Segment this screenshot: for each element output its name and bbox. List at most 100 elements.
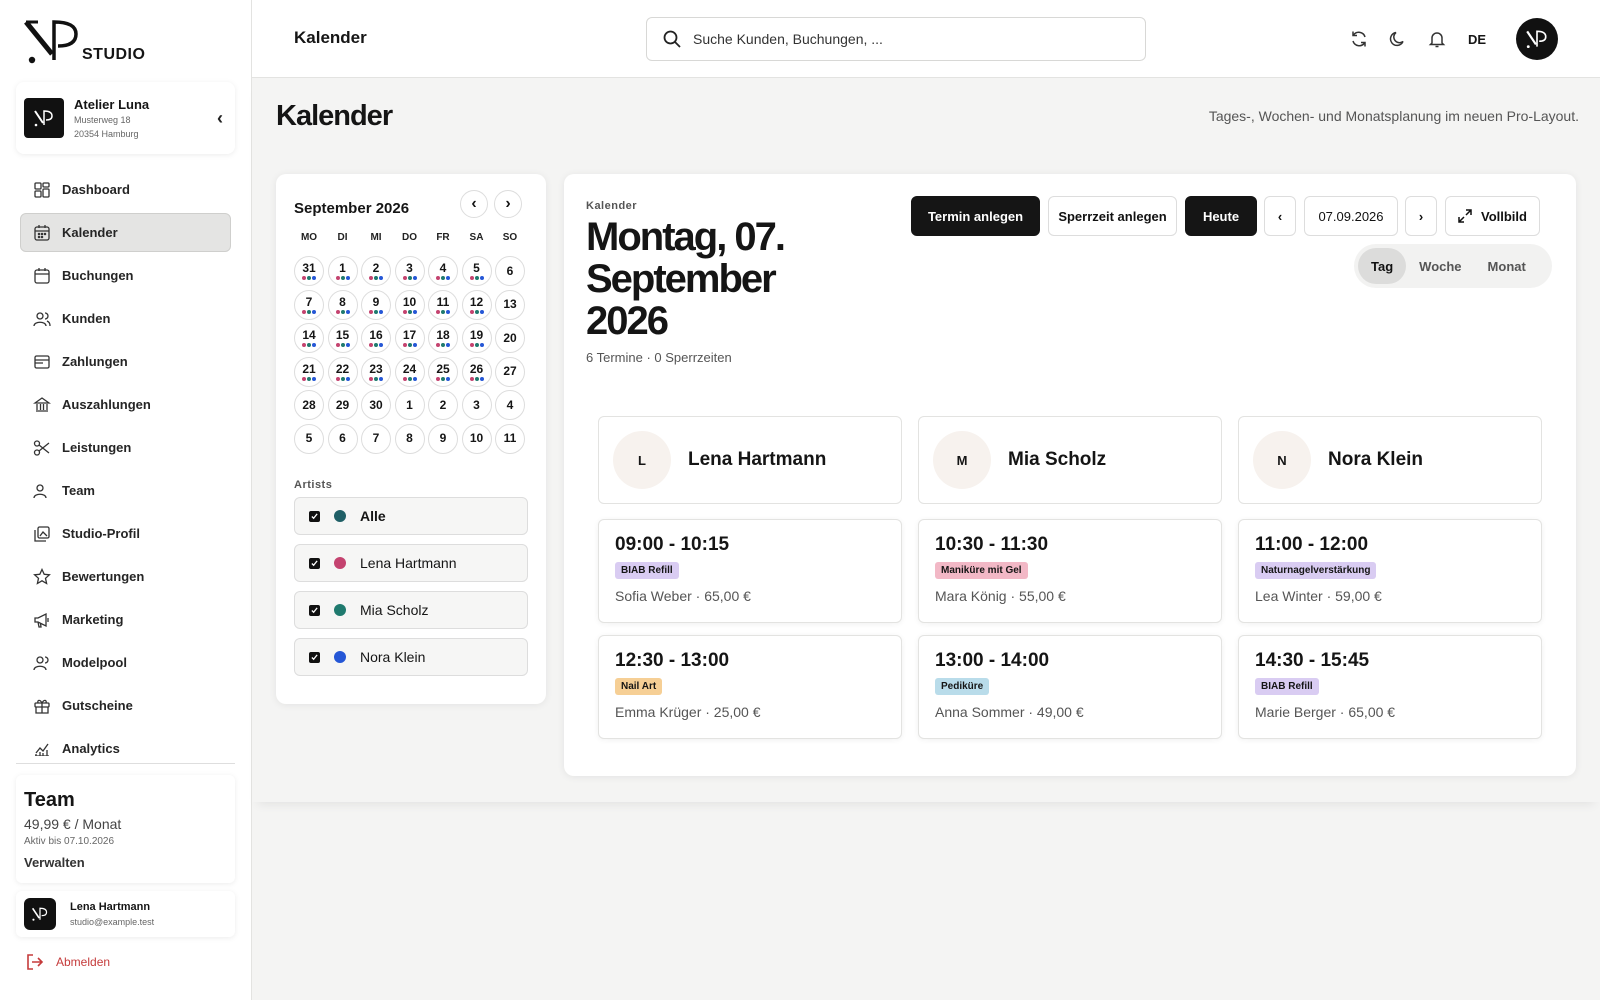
artist-filter-nora-klein[interactable]: Nora Klein	[294, 638, 528, 676]
artist-filter-lena-hartmann[interactable]: Lena Hartmann	[294, 544, 528, 582]
calendar-day[interactable]: 23	[361, 356, 391, 387]
appointment-card[interactable]: 13:00 - 14:00 Pediküre Anna Sommer · 49,…	[918, 635, 1222, 739]
calendar-day[interactable]: 29	[327, 390, 358, 420]
calendar-day[interactable]: 17	[394, 323, 425, 353]
sidebar-item-team[interactable]: Team	[20, 471, 231, 510]
artist-filter-mia-scholz[interactable]: Mia Scholz	[294, 591, 528, 629]
calendar-day[interactable]: 6	[495, 256, 525, 286]
calendar-day[interactable]: 15	[327, 323, 358, 353]
sidebar-item-kalender[interactable]: Kalender	[20, 213, 231, 252]
sidebar-item-zahlungen[interactable]: Zahlungen	[20, 342, 231, 381]
new-appointment-button[interactable]: Termin anlegen	[911, 196, 1040, 236]
sidebar-item-modelpool[interactable]: Modelpool	[20, 643, 231, 682]
calendar-day[interactable]: 7	[361, 423, 391, 454]
sidebar-item-dashboard[interactable]: Dashboard	[20, 170, 231, 209]
calendar-day[interactable]: 10	[461, 423, 492, 454]
notifications-button[interactable]	[1426, 24, 1448, 54]
studio-logo[interactable]: STUDIO	[24, 20, 145, 64]
next-day-button[interactable]: ›	[1405, 196, 1437, 236]
mini-calendar-month: September 2026	[294, 200, 410, 217]
calendar-day[interactable]: 13	[495, 289, 525, 320]
calendar-day[interactable]: 30	[361, 390, 391, 420]
block-time-button[interactable]: Sperrzeit anlegen	[1048, 196, 1177, 236]
calendar-day[interactable]: 2	[428, 390, 458, 420]
calendar-day[interactable]: 8	[327, 289, 358, 320]
calendar-day[interactable]: 9	[361, 289, 391, 320]
manage-plan-link[interactable]: Verwalten	[24, 855, 227, 870]
sidebar-item-marketing[interactable]: Marketing	[20, 600, 231, 639]
fullscreen-button[interactable]: Vollbild	[1445, 196, 1540, 236]
calendar-day[interactable]: 31	[294, 256, 324, 286]
checkbox-checked-icon[interactable]	[309, 557, 320, 569]
refresh-button[interactable]	[1348, 24, 1370, 54]
checkbox-checked-icon[interactable]	[309, 604, 320, 616]
dark-mode-toggle[interactable]	[1387, 24, 1409, 54]
calendar-day[interactable]: 10	[394, 289, 425, 320]
sidebar-item-gutscheine[interactable]: Gutscheine	[20, 686, 231, 725]
calendar-day[interactable]: 4	[428, 256, 458, 286]
calendar-day[interactable]: 22	[327, 356, 358, 387]
calendar-day[interactable]: 9	[428, 423, 458, 454]
calendar-day[interactable]: 6	[327, 423, 358, 454]
previous-day-button[interactable]: ‹	[1264, 196, 1296, 236]
calendar-day[interactable]: 28	[294, 390, 324, 420]
today-button[interactable]: Heute	[1185, 196, 1257, 236]
appointment-card[interactable]: 12:30 - 13:00 Nail Art Emma Krüger · 25,…	[598, 635, 902, 739]
calendar-day[interactable]: 27	[495, 356, 525, 387]
calendar-day[interactable]: 21	[294, 356, 324, 387]
calendar-day[interactable]: 20	[495, 323, 525, 353]
language-switcher[interactable]: DE	[1468, 32, 1486, 47]
sidebar-item-auszahlungen[interactable]: Auszahlungen	[20, 385, 231, 424]
day-number: 11	[503, 431, 517, 445]
calendar-day[interactable]: 11	[495, 423, 525, 454]
calendar-day[interactable]: 4	[495, 390, 525, 420]
calendar-day[interactable]: 24	[394, 356, 425, 387]
sidebar-item-analytics[interactable]: Analytics	[20, 729, 231, 756]
calendar-day[interactable]: 18	[428, 323, 458, 353]
mini-calendar-prev-button[interactable]: ‹	[460, 190, 488, 218]
studio-switcher[interactable]: Atelier Luna Musterweg 18 20354 Hamburg …	[16, 82, 235, 154]
calendar-day[interactable]: 8	[394, 423, 425, 454]
artist-filter-alle[interactable]: Alle	[294, 497, 528, 535]
sidebar-item-kunden[interactable]: Kunden	[20, 299, 231, 338]
search-box[interactable]	[646, 17, 1146, 61]
calendar-day[interactable]: 5	[294, 423, 324, 454]
calendar-day[interactable]: 2	[361, 256, 391, 286]
calendar-day[interactable]: 3	[461, 390, 492, 420]
sidebar-item-buchungen[interactable]: Buchungen	[20, 256, 231, 295]
appointment-card[interactable]: 11:00 - 12:00 Naturnagelverstärkung Lea …	[1238, 519, 1542, 623]
appointment-card[interactable]: 09:00 - 10:15 BIAB Refill Sofia Weber · …	[598, 519, 902, 623]
service-tag: BIAB Refill	[615, 562, 679, 579]
calendar-day[interactable]: 1	[394, 390, 425, 420]
sidebar-item-studio-profil[interactable]: Studio-Profil	[20, 514, 231, 553]
view-tab-tag[interactable]: Tag	[1358, 248, 1407, 284]
logout-button[interactable]: Abmelden	[26, 954, 110, 970]
calendar-day[interactable]: 16	[361, 323, 391, 353]
view-tab-monat[interactable]: Monat	[1475, 248, 1539, 284]
calendar-day[interactable]: 19	[461, 323, 492, 353]
appointment-card[interactable]: 14:30 - 15:45 BIAB Refill Marie Berger ·…	[1238, 635, 1542, 739]
calendar-day[interactable]: 5	[461, 256, 492, 286]
date-picker-button[interactable]: 07.09.2026	[1304, 196, 1398, 236]
calendar-day[interactable]: 14	[294, 323, 324, 353]
calendar-day[interactable]: 3	[394, 256, 425, 286]
checkbox-checked-icon[interactable]	[309, 651, 320, 663]
mini-calendar-next-button[interactable]: ›	[494, 190, 522, 218]
sidebar-item-leistungen[interactable]: Leistungen	[20, 428, 231, 467]
collapse-sidebar-chevron-icon[interactable]: ‹	[213, 108, 227, 129]
calendar-day[interactable]: 12	[461, 289, 492, 320]
user-account-card[interactable]: Lena Hartmann studio@example.test	[16, 891, 235, 937]
modelpool-icon	[33, 655, 49, 670]
calendar-day[interactable]: 25	[428, 356, 458, 387]
calendar-day[interactable]: 1	[327, 256, 358, 286]
calendar-day[interactable]: 7	[294, 289, 324, 320]
appointment-card[interactable]: 10:30 - 11:30 Maniküre mit Gel Mara Köni…	[918, 519, 1222, 623]
weekday-header: MO	[300, 232, 318, 243]
checkbox-checked-icon[interactable]	[309, 510, 320, 522]
calendar-day[interactable]: 11	[428, 289, 458, 320]
search-input[interactable]	[693, 31, 1113, 47]
profile-menu-button[interactable]	[1516, 18, 1558, 60]
calendar-day[interactable]: 26	[461, 356, 492, 387]
sidebar-item-bewertungen[interactable]: Bewertungen	[20, 557, 231, 596]
view-tab-woche[interactable]: Woche	[1406, 248, 1474, 284]
